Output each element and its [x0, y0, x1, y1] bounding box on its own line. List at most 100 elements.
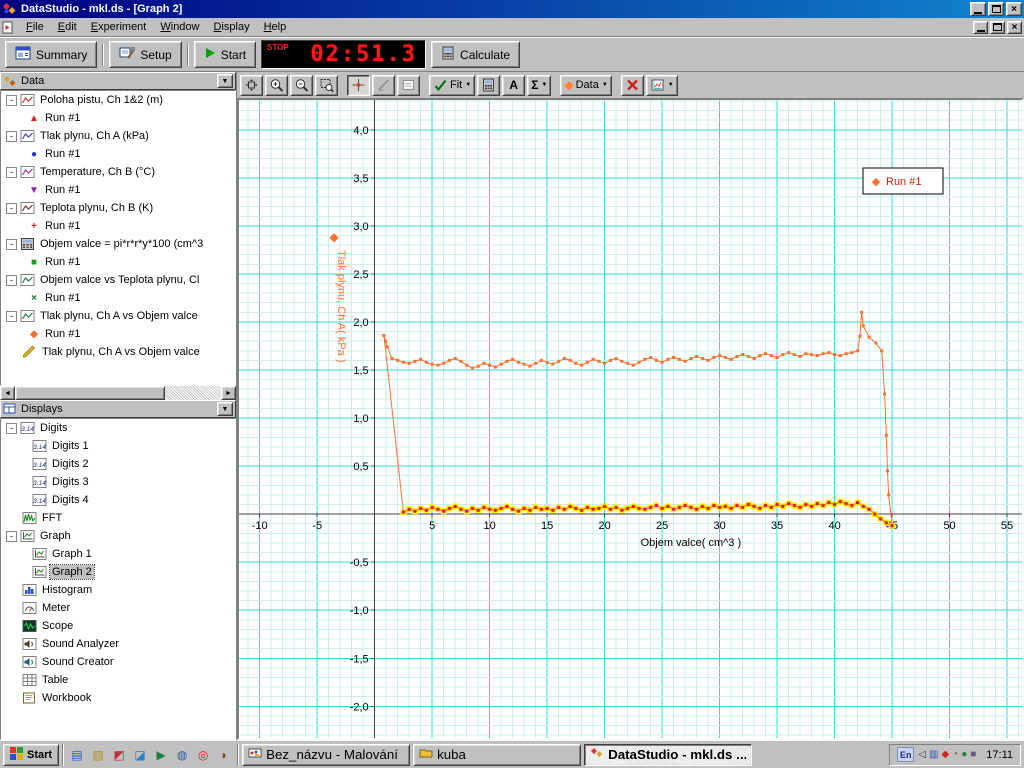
data-tree-hscrollbar[interactable]: ◄ ► [0, 386, 236, 400]
start-recording-button[interactable]: Start [194, 41, 256, 68]
quicklaunch-browser-icon[interactable]: ◍ [172, 745, 192, 765]
menu-window[interactable]: Window [153, 19, 206, 35]
zoom-select-button[interactable] [315, 75, 338, 96]
quicklaunch-paint-icon[interactable]: ◩ [109, 745, 129, 765]
summary-button[interactable]: Summary [5, 41, 97, 68]
tree-collapse-icon[interactable]: - [6, 239, 17, 250]
data-source-row[interactable]: -Tlak plynu, Ch A (kPa) [1, 127, 235, 145]
run-row[interactable]: ◆Run #1 [1, 325, 235, 343]
calculate-button[interactable]: Calculate [431, 41, 520, 68]
run-row[interactable]: ●Run #1 [1, 145, 235, 163]
tray-usb-icon[interactable]: ■ [970, 749, 976, 760]
display-row[interactable]: Graph 1 [1, 545, 235, 563]
data-source-row[interactable]: -Tlak plynu, Ch A vs Objem valce [1, 307, 235, 325]
quicklaunch-notes-icon[interactable]: ▨ [88, 745, 108, 765]
scroll-thumb[interactable] [15, 386, 165, 400]
display-row[interactable]: -3.14Digits [1, 419, 235, 437]
data-source-row[interactable]: -Objem valce vs Teplota plynu, Cl [1, 271, 235, 289]
title-bar[interactable]: DataStudio - mkl.ds - [Graph 2] × [0, 0, 1024, 18]
run-row[interactable]: ×Run #1 [1, 289, 235, 307]
tree-collapse-icon[interactable]: - [6, 423, 17, 434]
zoom-out-button[interactable] [290, 75, 313, 96]
display-row[interactable]: -Graph [1, 527, 235, 545]
data-source-row[interactable]: -Poloha pistu, Ch 1&2 (m) [1, 91, 235, 109]
document-icon[interactable] [2, 20, 16, 34]
quicklaunch-mail-icon[interactable]: ◪ [130, 745, 150, 765]
run-row[interactable]: +Run #1 [1, 217, 235, 235]
minimize-button[interactable] [970, 2, 986, 16]
smart-tool-button[interactable] [347, 75, 370, 96]
display-row[interactable]: Sound Creator [1, 653, 235, 671]
setup-button[interactable]: Setup [109, 41, 181, 68]
menu-experiment[interactable]: Experiment [84, 19, 154, 35]
display-row[interactable]: Scope [1, 617, 235, 635]
task-datastudio[interactable]: DataStudio - mkl.ds ... [584, 744, 752, 766]
calculator-tool-button[interactable] [477, 75, 500, 96]
display-row[interactable]: 3.14Digits 3 [1, 473, 235, 491]
tray-update-icon[interactable]: ● [961, 749, 967, 760]
start-button[interactable]: Start [3, 744, 59, 766]
data-source-row[interactable]: -Teplota plynu, Ch B (K) [1, 199, 235, 217]
displays-dropdown-button[interactable]: ▼ [217, 402, 233, 416]
display-row[interactable]: Workbook [1, 689, 235, 707]
mdi-restore-button[interactable] [990, 21, 1005, 34]
plot-area[interactable]: -10-5510152025303540455055-2,0-1,5-1,0-0… [237, 98, 1024, 740]
graph-settings-button[interactable]: ▼ [646, 75, 678, 96]
delete-button[interactable] [621, 75, 644, 96]
scale-to-fit-button[interactable] [240, 75, 263, 96]
data-menu-button[interactable]: ◆Data▼ [560, 75, 611, 96]
run-row[interactable]: ▼Run #1 [1, 181, 235, 199]
slope-tool-button[interactable] [372, 75, 395, 96]
task-paint[interactable]: Bez_názvu - Malování [242, 744, 410, 766]
menu-display[interactable]: Display [207, 19, 257, 35]
menu-edit[interactable]: Edit [51, 19, 84, 35]
data-dropdown-button[interactable]: ▼ [217, 74, 233, 88]
tray-volume-icon[interactable]: ◁ [918, 749, 926, 760]
tray-antivirus-icon[interactable]: ◆ [941, 749, 949, 760]
data-source-row[interactable]: -Temperature, Ch B (°C) [1, 163, 235, 181]
display-row[interactable]: FFT [1, 509, 235, 527]
run-row[interactable]: ▲Run #1 [1, 109, 235, 127]
close-button[interactable]: × [1006, 2, 1022, 16]
task-folder-kuba[interactable]: kuba [413, 744, 581, 766]
display-row[interactable]: 3.14Digits 4 [1, 491, 235, 509]
tree-collapse-icon[interactable]: - [6, 311, 17, 322]
display-row[interactable]: 3.14Digits 1 [1, 437, 235, 455]
display-row[interactable]: Graph 2 [1, 563, 235, 581]
note-tool-button[interactable] [397, 75, 420, 96]
mdi-minimize-button[interactable] [973, 21, 988, 34]
menu-help[interactable]: Help [257, 19, 294, 35]
run-row[interactable]: ■Run #1 [1, 253, 235, 271]
tray-display-icon[interactable]: ▥ [929, 749, 938, 760]
displays-panel-header[interactable]: Displays ▼ [0, 400, 236, 418]
scroll-track[interactable] [15, 386, 221, 400]
display-row[interactable]: Meter [1, 599, 235, 617]
display-row[interactable]: Histogram [1, 581, 235, 599]
display-row[interactable]: Sound Analyzer [1, 635, 235, 653]
plot-canvas[interactable]: -10-5510152025303540455055-2,0-1,5-1,0-0… [239, 100, 1022, 738]
text-tool-button[interactable]: A [502, 75, 525, 96]
maximize-button[interactable] [988, 2, 1004, 16]
tree-collapse-icon[interactable]: - [6, 275, 17, 286]
mdi-close-button[interactable]: × [1007, 21, 1022, 34]
quicklaunch-opera-icon[interactable]: ◎ [193, 745, 213, 765]
data-source-row[interactable]: Tlak plynu, Ch A vs Objem valce [1, 343, 235, 361]
scroll-left-button[interactable]: ◄ [0, 386, 15, 400]
fit-menu-button[interactable]: Fit▼ [429, 75, 475, 96]
data-panel-header[interactable]: Data ▼ [0, 72, 236, 90]
tree-collapse-icon[interactable]: - [6, 203, 17, 214]
zoom-in-button[interactable] [265, 75, 288, 96]
statistics-menu-button[interactable]: Σ▼ [527, 75, 551, 96]
quicklaunch-desktop-icon[interactable]: ▤ [67, 745, 87, 765]
display-row[interactable]: 3.14Digits 2 [1, 455, 235, 473]
scroll-right-button[interactable]: ► [221, 386, 236, 400]
tree-collapse-icon[interactable]: - [6, 167, 17, 178]
menu-file[interactable]: File [19, 19, 51, 35]
display-row[interactable]: Table [1, 671, 235, 689]
quicklaunch-coffee-icon[interactable]: ◗ [214, 745, 234, 765]
tray-scheduler-icon[interactable]: ◔ [952, 749, 958, 760]
language-indicator[interactable]: En [897, 747, 914, 762]
quicklaunch-media-icon[interactable]: ▶ [151, 745, 171, 765]
tree-collapse-icon[interactable]: - [6, 131, 17, 142]
legend[interactable]: ◆Run #1 [863, 168, 943, 194]
